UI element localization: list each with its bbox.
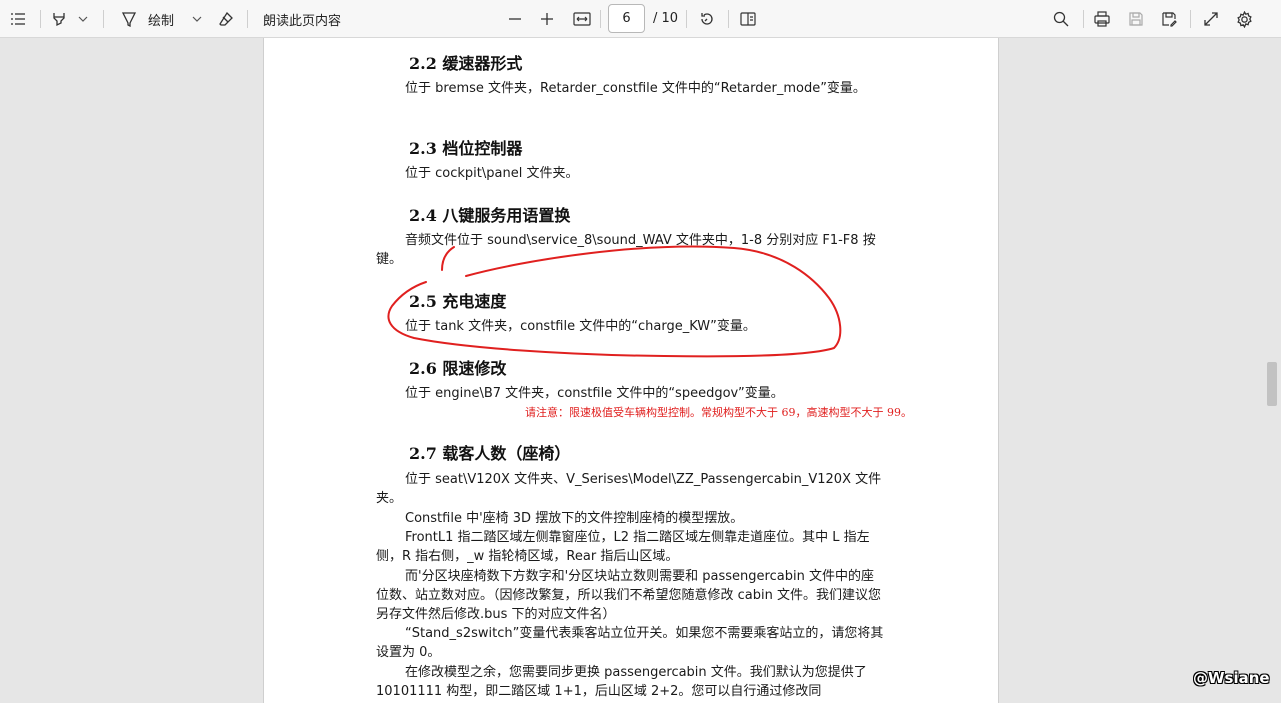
rotate-icon[interactable] xyxy=(696,0,718,38)
read-aloud-label: 朗读此页内容 xyxy=(262,13,341,29)
print-icon[interactable] xyxy=(1091,0,1113,38)
zoom-out-icon[interactable] xyxy=(505,0,525,38)
fit-width-icon[interactable] xyxy=(571,0,593,38)
zoom-in-icon[interactable] xyxy=(537,0,557,38)
save-icon[interactable] xyxy=(1125,0,1147,38)
eraser-icon[interactable] xyxy=(215,0,237,38)
page-number-input[interactable] xyxy=(608,4,645,33)
vertical-scrollbar-thumb[interactable] xyxy=(1267,362,1277,406)
toolbar-separator xyxy=(40,10,41,28)
toolbar-separator xyxy=(1190,10,1191,28)
save-as-icon[interactable] xyxy=(1158,0,1180,38)
document-viewport[interactable]: 2.2 缓速器形式 位于 bremse 文件夹，Retarder_constfi… xyxy=(0,38,1281,703)
expand-icon[interactable] xyxy=(1200,0,1222,38)
pdf-toolbar: 绘制 朗读此页内容 / 10 xyxy=(0,0,1281,38)
draw-icon[interactable] xyxy=(118,0,140,38)
draw-label: 绘制 xyxy=(147,13,174,29)
read-aloud-button[interactable]: 朗读此页内容 xyxy=(261,0,343,38)
highlight-chevron-down-icon[interactable] xyxy=(75,0,91,38)
toolbar-separator xyxy=(103,10,104,28)
toolbar-separator xyxy=(686,10,687,28)
toolbar-separator xyxy=(247,10,248,28)
freehand-ink-annotation[interactable] xyxy=(264,38,1000,703)
toolbar-separator xyxy=(600,10,601,28)
pdf-page: 2.2 缓速器形式 位于 bremse 文件夹，Retarder_constfi… xyxy=(263,38,999,703)
toolbar-separator xyxy=(728,10,729,28)
page-total: / 10 xyxy=(653,11,679,26)
contents-icon[interactable] xyxy=(6,0,30,38)
watermark: @Wsiane xyxy=(1193,669,1270,687)
toolbar-separator xyxy=(1083,10,1084,28)
search-icon[interactable] xyxy=(1050,0,1072,38)
draw-chevron-down-icon[interactable] xyxy=(189,0,205,38)
draw-button[interactable]: 绘制 xyxy=(146,0,176,38)
page-view-icon[interactable] xyxy=(737,0,759,38)
highlight-icon[interactable] xyxy=(48,0,70,38)
settings-gear-icon[interactable] xyxy=(1233,0,1255,38)
